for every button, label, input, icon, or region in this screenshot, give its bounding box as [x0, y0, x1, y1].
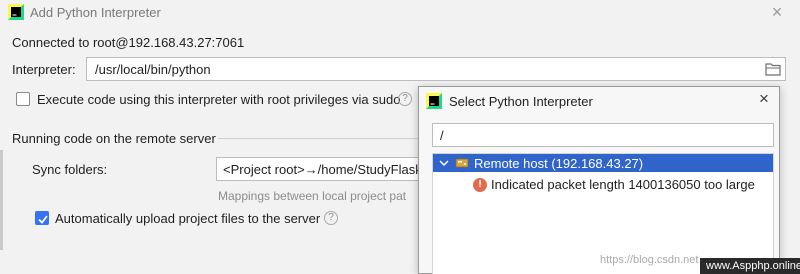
sudo-checkbox[interactable] [16, 92, 30, 106]
section-divider [218, 138, 418, 139]
sudo-checkbox-label: Execute code using this interpreter with… [37, 92, 401, 107]
interpreter-path-field[interactable]: /usr/local/bin/python [86, 57, 786, 81]
close-icon[interactable]: × [768, 3, 786, 21]
window-title: Add Python Interpreter [30, 5, 161, 20]
remote-section-title: Running code on the remote server [12, 131, 216, 146]
close-icon[interactable]: × [755, 90, 773, 108]
folder-icon[interactable] [765, 62, 781, 76]
watermark-badge: www.Aspphp.online [700, 258, 800, 274]
title-bar: Add Python Interpreter × [0, 0, 800, 28]
checkmark-icon [38, 215, 48, 224]
watermark-url: https://blog.csdn.net [600, 254, 699, 266]
mappings-hint: Mappings between local project pat [218, 189, 407, 203]
interpreter-path-value: /usr/local/bin/python [95, 62, 211, 77]
remote-host-label: Remote host (192.168.43.27) [474, 156, 644, 171]
sync-folders-field[interactable]: <Project root>→/home/StudyFlaskA [216, 157, 426, 181]
popup-title: Select Python Interpreter [449, 94, 593, 109]
path-input[interactable]: / [432, 123, 774, 147]
window-edge [0, 150, 3, 250]
remote-host-icon [455, 158, 469, 168]
connection-status: Connected to root@192.168.43.27:7061 [12, 35, 245, 50]
error-message: Indicated packet length 1400136050 too l… [491, 177, 755, 192]
help-icon[interactable]: ? [324, 211, 338, 225]
path-input-value: / [440, 128, 444, 143]
tree-item-remote-host[interactable]: Remote host (192.168.43.27) [433, 154, 773, 172]
auto-upload-label: Automatically upload project files to th… [55, 211, 321, 226]
chevron-down-icon[interactable] [438, 157, 450, 169]
pycharm-icon [8, 4, 24, 20]
select-interpreter-popup: Select Python Interpreter × / Remote hos… [418, 86, 780, 274]
error-icon: ! [473, 178, 487, 192]
auto-upload-checkbox[interactable] [35, 211, 49, 225]
sync-folders-value: <Project root>→/home/StudyFlaskA [223, 162, 426, 177]
sync-folders-label: Sync folders: [32, 162, 108, 177]
pycharm-icon [426, 93, 442, 109]
interpreter-label: Interpreter: [12, 62, 76, 77]
help-icon[interactable]: ? [398, 92, 412, 106]
